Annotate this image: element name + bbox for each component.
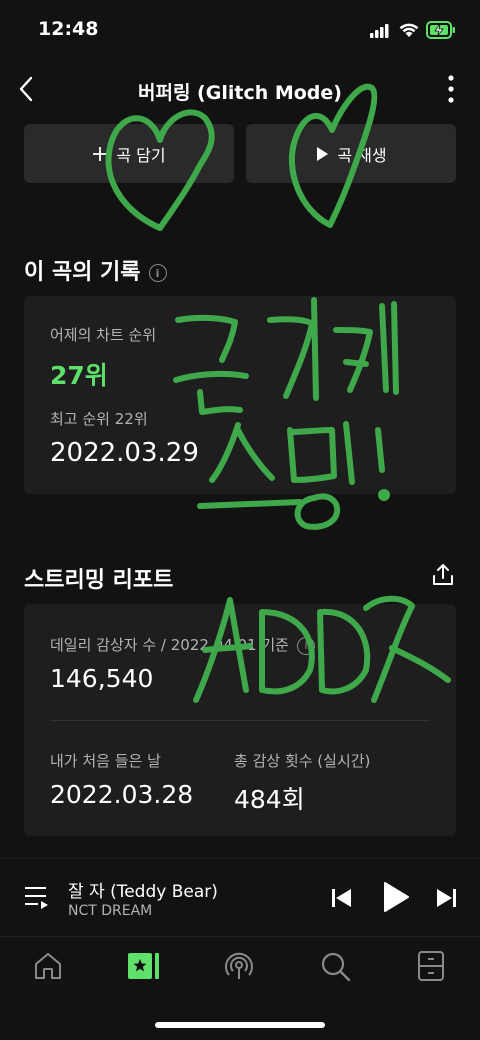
wifi-icon [399,23,419,37]
home-indicator [155,1022,325,1028]
plus-icon [93,146,108,161]
status-time: 12:48 [38,18,99,40]
play-pause-icon[interactable] [382,881,410,913]
play-song-label: 곡 재생 [337,145,387,165]
mini-player[interactable]: 잘 자 (Teddy Bear) NCT DREAM [0,858,480,937]
report-divider [50,720,430,721]
cellular-signal-icon [370,24,389,38]
page-title: 버퍼링 (Glitch Mode) [138,82,342,104]
total-plays-label: 총 감상 횟수 (실시간) [234,752,371,770]
share-icon[interactable] [430,562,456,588]
report-heading: 스트리밍 리포트 [24,568,174,593]
history-heading: 이 곡의 기록 i [24,254,167,286]
tab-search-icon[interactable] [320,951,352,981]
now-playing-artist: NCT DREAM [68,903,153,919]
playlist-icon[interactable] [24,885,50,909]
play-song-button[interactable]: 곡 재생 [246,124,456,183]
play-icon [317,146,329,161]
chart-rank-value: 27위 [50,361,108,390]
chart-rank-label: 어제의 차트 순위 [50,326,157,344]
info-icon[interactable]: i [148,264,167,282]
add-song-label: 곡 담기 [116,145,166,165]
daily-listeners-value: 146,540 [50,664,154,693]
daily-listeners-label: 데일리 감상자 수 / 2022.04.01 기준 i [50,634,315,655]
total-plays-value: 484회 [234,785,305,814]
more-options-icon[interactable] [444,74,458,104]
tab-podcast-icon[interactable] [223,951,255,981]
best-rank-date: 2022.03.29 [50,438,199,468]
best-rank-label: 최고 순위 22위 [50,410,148,428]
now-playing-title: 잘 자 (Teddy Bear) [68,882,218,902]
add-song-button[interactable]: 곡 담기 [24,124,234,183]
history-card: 어제의 차트 순위 27위 최고 순위 22위 2022.03.29 [24,296,456,494]
previous-track-icon[interactable] [330,887,354,909]
battery-charging-icon [426,21,455,39]
first-listen-value: 2022.03.28 [50,780,194,809]
status-bar: 12:48 [0,0,480,60]
tab-library-icon[interactable] [127,951,161,981]
next-track-icon[interactable] [434,887,458,909]
tab-storage-icon[interactable] [417,951,445,981]
tab-home-icon[interactable] [33,951,63,981]
first-listen-label: 내가 처음 들은 날 [50,752,161,770]
info-icon[interactable]: i [296,636,315,655]
